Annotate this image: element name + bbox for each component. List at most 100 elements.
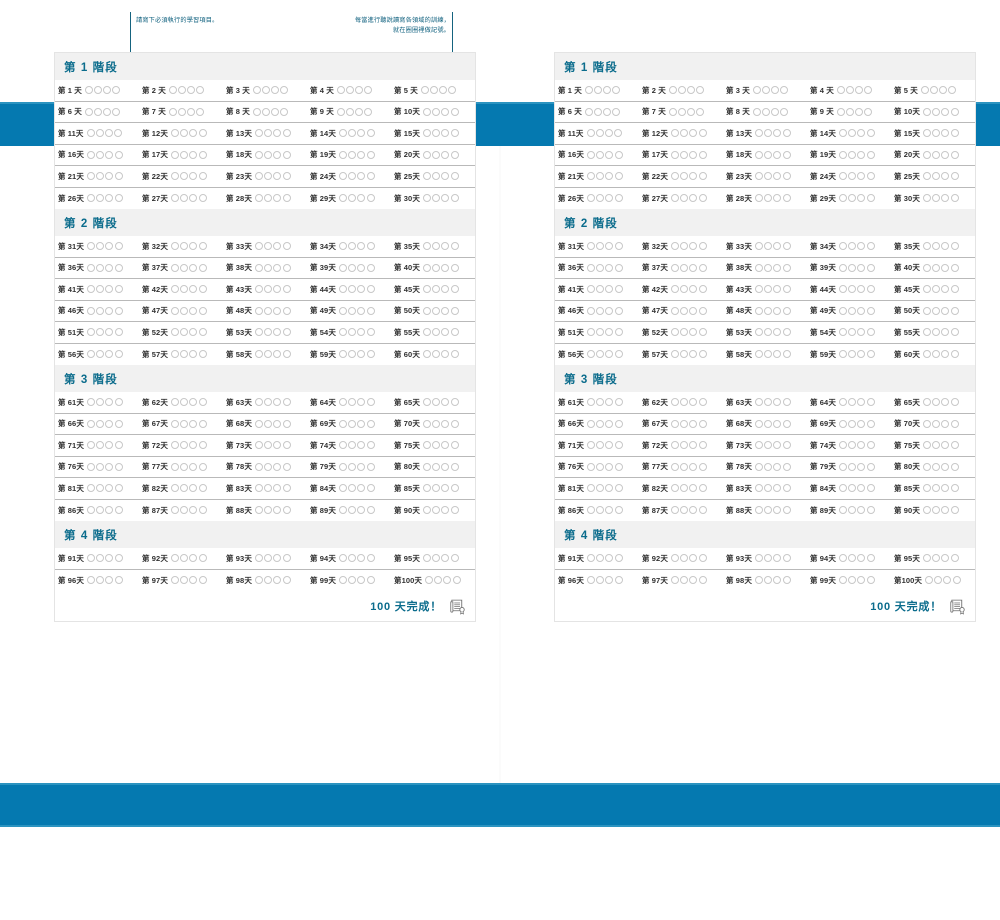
day-check-circle[interactable] xyxy=(254,242,263,251)
day-check-circle[interactable] xyxy=(189,350,198,359)
day-cell[interactable]: 第 31天 xyxy=(555,236,639,258)
day-cell[interactable]: 第 55天 xyxy=(891,322,975,344)
day-cell[interactable]: 第 97天 xyxy=(639,570,723,592)
day-check-circle[interactable] xyxy=(189,285,198,294)
day-check-circle[interactable] xyxy=(950,484,959,493)
day-cell[interactable]: 第 26天 xyxy=(555,188,639,210)
day-check-circle[interactable] xyxy=(857,150,866,159)
day-check-circle[interactable] xyxy=(932,441,941,450)
day-check-circle[interactable] xyxy=(450,554,459,563)
day-check-circle[interactable] xyxy=(855,86,864,95)
day-check-circle[interactable] xyxy=(280,86,289,95)
day-cell[interactable]: 第 87天 xyxy=(639,500,723,522)
day-check-circle[interactable] xyxy=(864,86,873,95)
day-check-circle[interactable] xyxy=(848,419,857,428)
day-check-circle[interactable] xyxy=(922,306,931,315)
day-check-circle[interactable] xyxy=(189,328,198,337)
day-cell[interactable]: 第 41天 xyxy=(555,279,639,301)
day-check-circle[interactable] xyxy=(180,398,189,407)
day-check-circle[interactable] xyxy=(941,419,950,428)
day-check-circle[interactable] xyxy=(273,398,282,407)
day-cell[interactable]: 第 28天 xyxy=(223,188,307,210)
day-check-circle[interactable] xyxy=(689,484,698,493)
day-check-circle[interactable] xyxy=(254,263,263,272)
day-check-circle[interactable] xyxy=(586,506,595,515)
day-check-circle[interactable] xyxy=(86,328,95,337)
day-check-circle[interactable] xyxy=(357,484,366,493)
day-check-circle[interactable] xyxy=(932,484,941,493)
day-cell[interactable]: 第 1 天 xyxy=(55,80,139,102)
day-check-circle[interactable] xyxy=(432,172,441,181)
day-check-circle[interactable] xyxy=(170,506,179,515)
day-check-circle[interactable] xyxy=(752,107,761,116)
day-check-circle[interactable] xyxy=(866,554,875,563)
day-check-circle[interactable] xyxy=(780,86,789,95)
day-check-circle[interactable] xyxy=(432,194,441,203)
day-check-circle[interactable] xyxy=(857,576,866,585)
day-cell[interactable]: 第 16天 xyxy=(55,145,139,166)
day-cell[interactable]: 第 69天 xyxy=(807,414,891,435)
day-check-circle[interactable] xyxy=(922,506,931,515)
day-check-circle[interactable] xyxy=(941,150,950,159)
day-check-circle[interactable] xyxy=(584,107,593,116)
day-cell[interactable]: 第 46天 xyxy=(555,301,639,322)
day-check-circle[interactable] xyxy=(950,107,959,116)
day-check-circle[interactable] xyxy=(348,285,357,294)
day-check-circle[interactable] xyxy=(838,172,847,181)
day-cell[interactable]: 第 53天 xyxy=(723,322,807,344)
day-check-circle[interactable] xyxy=(262,86,271,95)
day-check-circle[interactable] xyxy=(366,194,375,203)
day-check-circle[interactable] xyxy=(198,306,207,315)
day-check-circle[interactable] xyxy=(586,576,595,585)
day-check-circle[interactable] xyxy=(198,398,207,407)
day-check-circle[interactable] xyxy=(596,398,605,407)
day-cell[interactable]: 第 30天 xyxy=(391,188,475,210)
day-check-circle[interactable] xyxy=(922,194,931,203)
day-check-circle[interactable] xyxy=(86,194,95,203)
day-check-circle[interactable] xyxy=(422,462,431,471)
day-check-circle[interactable] xyxy=(596,506,605,515)
day-cell[interactable]: 第 64天 xyxy=(807,392,891,414)
day-check-circle[interactable] xyxy=(357,172,366,181)
day-cell[interactable]: 第 96天 xyxy=(55,570,139,592)
day-check-circle[interactable] xyxy=(754,328,763,337)
day-check-circle[interactable] xyxy=(920,86,929,95)
day-cell[interactable]: 第 27天 xyxy=(639,188,723,210)
day-cell[interactable]: 第 65天 xyxy=(391,392,475,414)
day-cell[interactable]: 第 33天 xyxy=(223,236,307,258)
day-check-circle[interactable] xyxy=(941,285,950,294)
day-check-circle[interactable] xyxy=(848,306,857,315)
day-check-circle[interactable] xyxy=(450,242,459,251)
day-cell[interactable]: 第 91天 xyxy=(55,548,139,570)
day-check-circle[interactable] xyxy=(180,328,189,337)
day-check-circle[interactable] xyxy=(189,172,198,181)
day-cell[interactable]: 第 72天 xyxy=(639,435,723,457)
day-check-circle[interactable] xyxy=(605,172,614,181)
day-check-circle[interactable] xyxy=(752,86,761,95)
day-cell[interactable]: 第 19天 xyxy=(307,145,391,166)
day-check-circle[interactable] xyxy=(170,306,179,315)
day-check-circle[interactable] xyxy=(180,242,189,251)
day-check-circle[interactable] xyxy=(680,285,689,294)
day-check-circle[interactable] xyxy=(105,419,114,428)
day-check-circle[interactable] xyxy=(450,129,459,138)
day-check-circle[interactable] xyxy=(450,419,459,428)
day-check-circle[interactable] xyxy=(441,441,450,450)
day-check-circle[interactable] xyxy=(670,306,679,315)
day-check-circle[interactable] xyxy=(366,398,375,407)
day-check-circle[interactable] xyxy=(754,462,763,471)
day-check-circle[interactable] xyxy=(922,263,931,272)
day-check-circle[interactable] xyxy=(105,306,114,315)
day-check-circle[interactable] xyxy=(441,129,450,138)
day-check-circle[interactable] xyxy=(180,172,189,181)
day-check-circle[interactable] xyxy=(698,263,707,272)
day-cell[interactable]: 第 91天 xyxy=(555,548,639,570)
day-check-circle[interactable] xyxy=(932,194,941,203)
day-check-circle[interactable] xyxy=(698,328,707,337)
day-check-circle[interactable] xyxy=(432,554,441,563)
day-check-circle[interactable] xyxy=(764,506,773,515)
day-check-circle[interactable] xyxy=(105,172,114,181)
day-check-circle[interactable] xyxy=(838,285,847,294)
day-check-circle[interactable] xyxy=(680,263,689,272)
day-cell[interactable]: 第 10天 xyxy=(891,102,975,123)
